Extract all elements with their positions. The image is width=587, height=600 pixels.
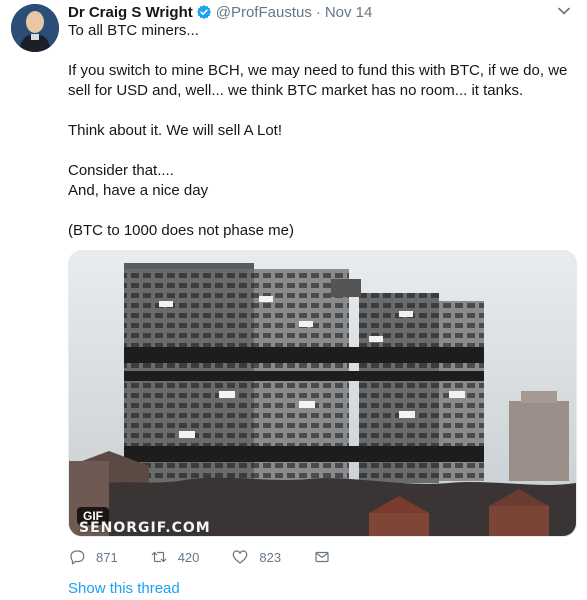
- avatar[interactable]: [11, 4, 59, 52]
- author-handle[interactable]: @ProfFaustus: [216, 4, 312, 21]
- retweet-button[interactable]: 420: [150, 548, 200, 566]
- retweet-icon: [151, 551, 167, 563]
- direct-message-icon: [315, 551, 329, 563]
- tweet-line: To all BTC miners...: [68, 22, 199, 39]
- like-icon: [233, 550, 248, 564]
- gif-media[interactable]: GIF SENORGIF.COM: [68, 250, 577, 537]
- building-gif-image: [69, 251, 576, 536]
- tweet-line: If you switch to mine BCH, we may need t…: [68, 62, 568, 99]
- chevron-down-icon[interactable]: [557, 4, 571, 18]
- tweet-date[interactable]: Nov 14: [325, 4, 373, 21]
- separator: ·: [315, 3, 321, 21]
- reply-button[interactable]: 871: [68, 548, 118, 566]
- tweet-line: Consider that....: [68, 162, 174, 179]
- tweet-line: (BTC to 1000 does not phase me): [68, 222, 294, 239]
- gif-watermark: SENORGIF.COM: [79, 520, 211, 536]
- tweet-line: Think about it. We will sell A Lot!: [68, 122, 282, 139]
- like-count: 823: [259, 549, 282, 565]
- tweet-header: Dr Craig S Wright @ProfFaustus · Nov 14: [68, 2, 372, 22]
- author-name[interactable]: Dr Craig S Wright: [68, 4, 193, 21]
- verified-badge-icon: [196, 4, 212, 20]
- tweet-actions: 871 420 823: [68, 548, 373, 566]
- show-thread-link[interactable]: Show this thread: [68, 580, 180, 597]
- reply-icon: [70, 550, 85, 565]
- like-button[interactable]: 823: [231, 548, 281, 566]
- tweet-text: To all BTC miners... If you switch to mi…: [68, 21, 568, 241]
- retweet-count: 420: [177, 549, 200, 565]
- reply-count: 871: [96, 549, 118, 565]
- tweet-line: And, have a nice day: [68, 182, 209, 199]
- avatar-image: [11, 4, 59, 52]
- direct-message-button[interactable]: [313, 548, 341, 566]
